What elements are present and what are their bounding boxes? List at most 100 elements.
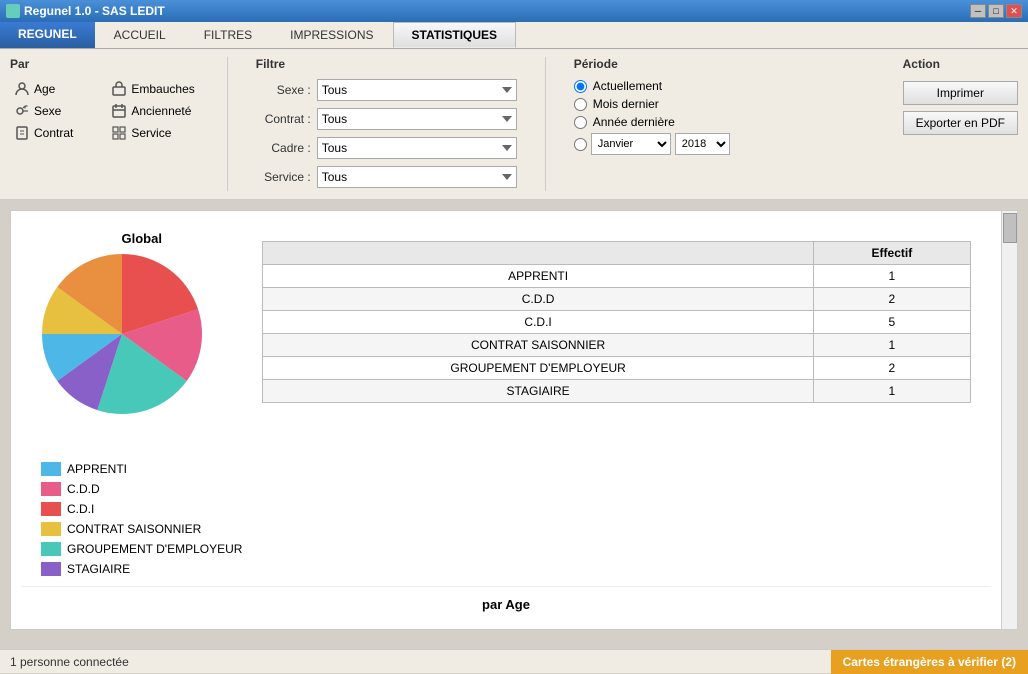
table-row: C.D.D 2 (263, 288, 971, 311)
par-service[interactable]: Service (107, 123, 198, 143)
filtre-section: Filtre Sexe : Tous Contrat : Tous Cadre … (256, 57, 517, 191)
tab-regunel[interactable]: REGUNEL (0, 22, 95, 48)
window-controls[interactable]: ─ □ ✕ (970, 4, 1022, 18)
legend-cdd-label: C.D.D (67, 482, 100, 496)
filtre-sexe-row: Sexe : Tous (256, 79, 517, 101)
table-row: C.D.I 5 (263, 311, 971, 334)
month-select[interactable]: JanvierFévrierMarsAvril MaiJuinJuilletAo… (591, 133, 671, 155)
year-select[interactable]: 201820172016 (675, 133, 730, 155)
title-bar: Regunel 1.0 - SAS LEDIT ─ □ ✕ (0, 0, 1028, 22)
table-cell-label: APPRENTI (263, 265, 813, 288)
filtre-title: Filtre (256, 57, 517, 71)
par-title: Par (10, 57, 199, 71)
table-row: CONTRAT SAISONNIER 1 (263, 334, 971, 357)
par-contrat-label: Contrat (34, 126, 73, 140)
global-section: Global (21, 221, 991, 586)
age-icon (14, 81, 30, 97)
menu-bar: REGUNEL ACCUEIL FILTRES IMPRESSIONS STAT… (0, 22, 1028, 49)
pie-chart (42, 254, 242, 454)
data-table-section: Effectif APPRENTI 1 C.D.D 2 C. (262, 231, 971, 403)
filtre-service-label: Service : (256, 170, 311, 184)
chart-area: Global (10, 210, 1018, 630)
radio-mois-dernier-input[interactable] (574, 98, 587, 111)
maximize-button[interactable]: □ (988, 4, 1004, 18)
table-header-effectif: Effectif (813, 242, 970, 265)
connected-status: 1 personne connectée (0, 655, 831, 669)
tab-statistiques[interactable]: STATISTIQUES (393, 22, 517, 48)
scrollbar[interactable] (1001, 211, 1017, 629)
par-sexe-label: Sexe (34, 104, 61, 118)
table-cell-value: 1 (813, 380, 970, 403)
radio-annee-derniere-input[interactable] (574, 116, 587, 129)
minimize-button[interactable]: ─ (970, 4, 986, 18)
imprimer-button[interactable]: Imprimer (903, 81, 1018, 105)
table-row: STAGIAIRE 1 (263, 380, 971, 403)
filtre-contrat-label: Contrat : (256, 112, 311, 126)
radio-actuellement-input[interactable] (574, 80, 587, 93)
legend-groupement-label: GROUPEMENT D'EMPLOYEUR (67, 542, 242, 556)
radio-custom: JanvierFévrierMarsAvril MaiJuinJuilletAo… (574, 133, 730, 155)
data-table: Effectif APPRENTI 1 C.D.D 2 C. (262, 241, 971, 403)
alert-button[interactable]: Cartes étrangères à vérifier (2) (831, 650, 1028, 674)
embauches-icon (111, 81, 127, 97)
filtre-service-select[interactable]: Tous (317, 166, 517, 188)
tab-filtres[interactable]: FILTRES (185, 22, 271, 48)
filtre-cadre-select[interactable]: Tous (317, 137, 517, 159)
filter-bar: Par Age Embauches Sexe (0, 49, 1028, 200)
status-bar: 1 personne connectée Cartes étrangères à… (0, 649, 1028, 673)
filtre-contrat-select[interactable]: Tous (317, 108, 517, 130)
par-sexe[interactable]: Sexe (10, 101, 101, 121)
par-embauches[interactable]: Embauches (107, 79, 198, 99)
service-icon (111, 125, 127, 141)
exporter-button[interactable]: Exporter en PDF (903, 111, 1018, 135)
radio-actuellement-label: Actuellement (593, 79, 662, 93)
table-cell-label: GROUPEMENT D'EMPLOYEUR (263, 357, 813, 380)
filtre-cadre-label: Cadre : (256, 141, 311, 155)
table-cell-value: 5 (813, 311, 970, 334)
close-button[interactable]: ✕ (1006, 4, 1022, 18)
radio-annee-derniere-label: Année dernière (593, 115, 675, 129)
contrat-icon (14, 125, 30, 141)
par-embauches-label: Embauches (131, 82, 194, 96)
table-row: APPRENTI 1 (263, 265, 971, 288)
par-anciennete-label: Ancienneté (131, 104, 191, 118)
filtre-sexe-select[interactable]: Tous (317, 79, 517, 101)
legend-stagiaire: STAGIAIRE (41, 562, 242, 576)
legend-apprenti-color (41, 462, 61, 476)
par-contrat[interactable]: Contrat (10, 123, 101, 143)
legend-cdi: C.D.I (41, 502, 242, 516)
legend-stagiaire-label: STAGIAIRE (67, 562, 130, 576)
action-title: Action (903, 57, 1018, 71)
legend-saisonnier: CONTRAT SAISONNIER (41, 522, 242, 536)
radio-custom-input[interactable] (574, 138, 587, 151)
radio-mois-dernier: Mois dernier (574, 97, 730, 111)
table-cell-value: 2 (813, 357, 970, 380)
global-title: Global (121, 231, 161, 246)
bar-section: par Age 2 (21, 586, 991, 619)
table-header-label (263, 242, 813, 265)
par-grid: Age Embauches Sexe Ancienneté (10, 79, 199, 143)
filtre-contrat-row: Contrat : Tous (256, 108, 517, 130)
tab-impressions[interactable]: IMPRESSIONS (271, 22, 392, 48)
legend-stagiaire-color (41, 562, 61, 576)
table-cell-label: C.D.I (263, 311, 813, 334)
legend-apprenti-label: APPRENTI (67, 462, 127, 476)
legend-saisonnier-label: CONTRAT SAISONNIER (67, 522, 201, 536)
periode-section: Période Actuellement Mois dernier Année … (574, 57, 730, 155)
par-age-label: Age (34, 82, 55, 96)
bar-title: par Age (41, 597, 971, 612)
legend-cdi-color (41, 502, 61, 516)
filtre-cadre-row: Cadre : Tous (256, 137, 517, 159)
scrollbar-thumb[interactable] (1003, 213, 1017, 243)
legend-groupement-color (41, 542, 61, 556)
par-section: Par Age Embauches Sexe (10, 57, 199, 143)
legend-cdd: C.D.D (41, 482, 242, 496)
par-service-label: Service (131, 126, 171, 140)
table-row: GROUPEMENT D'EMPLOYEUR 2 (263, 357, 971, 380)
radio-actuellement: Actuellement (574, 79, 730, 93)
par-anciennete[interactable]: Ancienneté (107, 101, 198, 121)
tab-accueil[interactable]: ACCUEIL (95, 22, 185, 48)
par-age[interactable]: Age (10, 79, 101, 99)
pie-legend: APPRENTI C.D.D C.D.I CONTRAT SAISONNIER (41, 462, 242, 576)
periode-title: Période (574, 57, 730, 71)
